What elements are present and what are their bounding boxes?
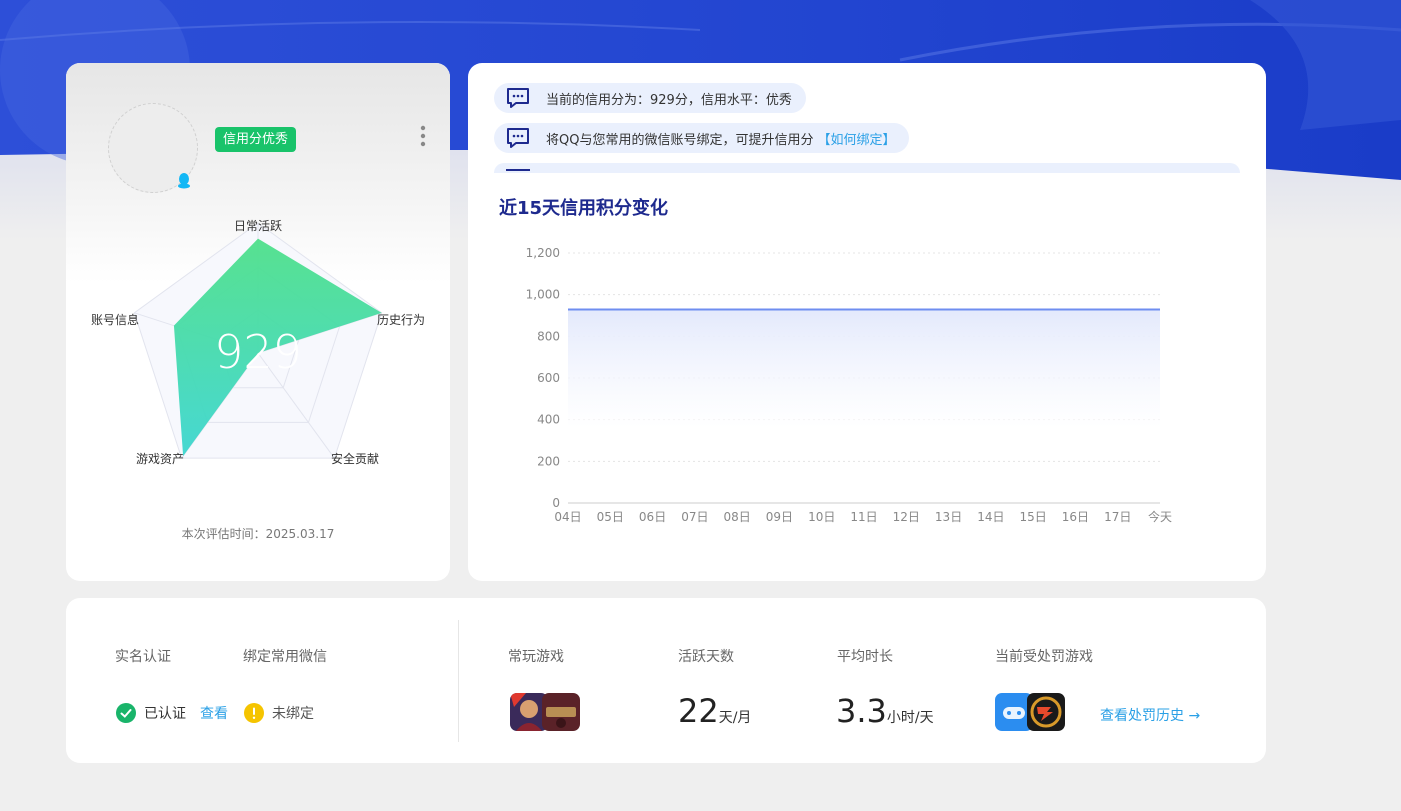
- y-tick-label: 200: [537, 454, 560, 468]
- punish-history-link[interactable]: 查看处罚历史 →: [1100, 705, 1200, 725]
- how-to-bind-link[interactable]: 【如何绑定】: [817, 129, 895, 148]
- message-text: 将QQ与您常用的微信账号绑定，可提升信用分: [546, 132, 814, 148]
- avg-time-number: 3.3: [836, 692, 887, 730]
- x-tick-label: 12日: [893, 510, 920, 524]
- y-tick-label: 800: [537, 329, 560, 343]
- active-days-value: 22天/月: [678, 692, 751, 730]
- frequent-games-label: 常玩游戏: [508, 649, 564, 665]
- chart-title: 近15天信用积分变化: [499, 198, 669, 219]
- message-item-clipped: [494, 163, 1240, 173]
- real-name-label: 实名认证: [115, 649, 171, 665]
- x-tick-label: 08日: [724, 510, 751, 524]
- x-tick-label: 17日: [1104, 510, 1131, 524]
- message-item-score: 当前的信用分为：929分，信用水平：优秀: [494, 83, 806, 113]
- real-name-status: 已认证 查看: [116, 703, 228, 723]
- radar-label-history: 历史行为: [377, 313, 426, 327]
- x-tick-label: 13日: [935, 510, 962, 524]
- active-days-label: 活跃天数: [678, 649, 734, 665]
- warning-circle-icon: [244, 703, 264, 723]
- wechat-bind-label: 绑定常用微信: [243, 649, 327, 665]
- credit-profile-card: 信用分优秀 日常活跃 历史行为 安全贡献 游戏资产 账号信息 929 本次评估时…: [66, 63, 450, 581]
- message-item-wechat: 将QQ与您常用的微信账号绑定，可提升信用分 【如何绑定】: [494, 123, 910, 153]
- evaluation-time: 本次评估时间：2025.03.17: [181, 527, 335, 541]
- active-days-number: 22: [678, 692, 719, 730]
- series-area: [568, 309, 1160, 428]
- x-tick-label: 11日: [850, 510, 877, 524]
- y-tick-label: 600: [537, 371, 560, 385]
- view-real-name-link[interactable]: 查看: [200, 703, 228, 723]
- y-tick-label: 1,000: [526, 288, 560, 302]
- avg-time-label: 平均时长: [837, 649, 893, 665]
- radar-label-daily: 日常活跃: [234, 219, 283, 233]
- radar-label-account: 账号信息: [91, 313, 140, 327]
- message-bubble-icon: [507, 88, 529, 108]
- active-days-unit: 天/月: [718, 710, 752, 726]
- credit-line-chart: 0 200 400 600 800 1,000 1,200 04日 05日 06日 07日 08日 09…: [526, 246, 1172, 524]
- wechat-status: 未绑定: [244, 703, 314, 723]
- x-tick-label: 05日: [597, 510, 624, 524]
- x-tick-label: 今天: [1148, 509, 1172, 524]
- message-bubble-icon: [507, 128, 529, 148]
- y-tick-label: 400: [537, 413, 560, 427]
- x-tick-label: 06日: [639, 510, 666, 524]
- punished-games-label: 当前受处罚游戏: [995, 649, 1093, 665]
- wechat-status-text: 未绑定: [272, 706, 314, 722]
- radar-label-assets: 游戏资产: [136, 452, 185, 466]
- check-circle-icon: [116, 703, 136, 723]
- x-tick-label: 14日: [977, 510, 1004, 524]
- avg-time-unit: 小时/天: [886, 710, 934, 726]
- y-tick-label: 1,200: [526, 246, 560, 260]
- credit-score: 929: [214, 325, 302, 379]
- x-tick-label: 15日: [1020, 510, 1047, 524]
- credit-trend-card: 当前的信用分为：929分，信用水平：优秀 将QQ与您常用的微信账号绑定，可提升信…: [468, 63, 1266, 581]
- message-text: 当前的信用分为：929分，信用水平：优秀: [546, 92, 792, 108]
- y-tick-label: 0: [552, 496, 560, 510]
- x-tick-label: 10日: [808, 510, 835, 524]
- section-divider: [458, 620, 459, 742]
- real-name-status-text: 已认证: [144, 706, 186, 722]
- x-tick-label: 07日: [681, 510, 708, 524]
- x-tick-label: 04日: [554, 510, 581, 524]
- radar-label-security: 安全贡献: [331, 452, 380, 466]
- avg-time-value: 3.3小时/天: [836, 692, 934, 730]
- game-icon-crossfire[interactable]: [1027, 693, 1065, 731]
- x-tick-label: 09日: [766, 510, 793, 524]
- x-tick-label: 16日: [1062, 510, 1089, 524]
- account-stats-card: 实名认证 绑定常用微信 已认证 查看 未绑定 常玩游戏 活跃天数 22天/月 平…: [66, 598, 1266, 763]
- game-icon-league[interactable]: [542, 693, 580, 731]
